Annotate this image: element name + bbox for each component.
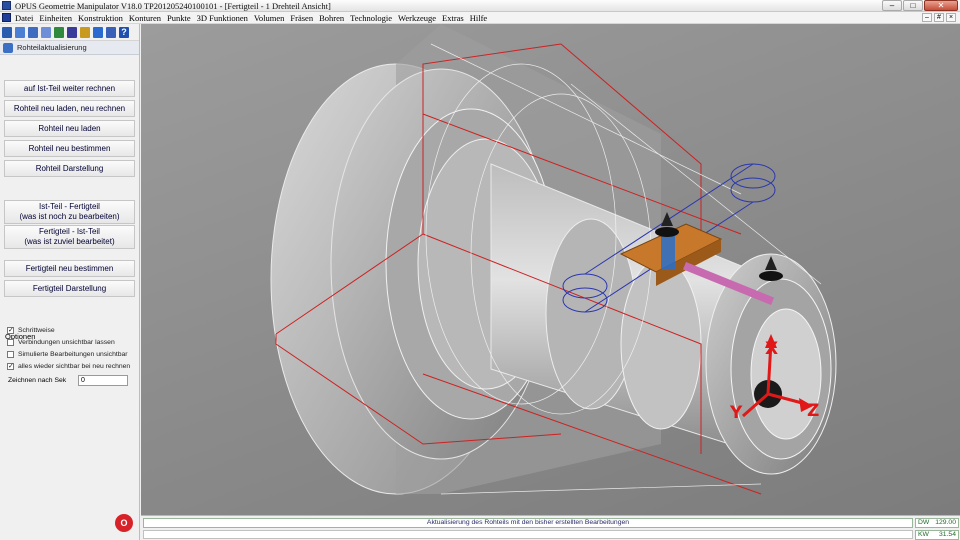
status-message: Aktualisierung des Rohteils mit den bish… xyxy=(143,518,913,528)
document-icon[interactable] xyxy=(41,26,51,38)
shaft-step xyxy=(620,258,702,430)
menu-datei[interactable]: Datei xyxy=(15,13,33,23)
menu-bohren[interactable]: Bohren xyxy=(319,13,344,23)
redefine-stock-button[interactable]: Rohteil neu bestimmen xyxy=(4,140,135,157)
menu-werkzeuge[interactable]: Werkzeuge xyxy=(398,13,436,23)
tree-icon[interactable] xyxy=(2,26,12,38)
dimension-icon[interactable] xyxy=(67,26,77,38)
mdi-minimize-button[interactable]: – xyxy=(922,13,932,22)
reload-recalc-button[interactable]: Rohteil neu laden, neu rechnen xyxy=(4,100,135,117)
menu-konstruktion[interactable]: Konstruktion xyxy=(78,13,123,23)
menu-fraesen[interactable]: Fräsen xyxy=(290,13,313,23)
app-icon[interactable] xyxy=(2,1,11,10)
toolbar: ? xyxy=(0,24,139,41)
menu-punkte[interactable]: Punkte xyxy=(167,13,191,23)
shaft-collar xyxy=(545,218,637,410)
option-hide-connections[interactable]: Verbindungen unsichtbar lassen xyxy=(7,339,115,346)
window-title: OPUS Geometrie Manipulator V18.0 TP20120… xyxy=(15,0,331,11)
dw-readout: DW 129.00 xyxy=(915,518,959,528)
option-stepwise-label: Schrittweise xyxy=(18,327,55,334)
option-show-all-label: alles wieder sichtbar bei neu rechnen xyxy=(18,363,131,370)
dw-value: 129.00 xyxy=(935,519,956,526)
actual-minus-finished-button[interactable]: Ist-Teil - Fertigteil (was ist noch zu b… xyxy=(4,200,135,224)
help-icon[interactable]: ? xyxy=(119,26,129,38)
finished-minus-actual-button[interactable]: Fertigteil - Ist-Teil (was ist zuviel be… xyxy=(4,225,135,249)
menu-3d-funktionen[interactable]: 3D Funktionen xyxy=(197,13,248,23)
finished-minus-actual-line2: (was ist zuviel bearbeitet) xyxy=(24,237,115,246)
menu-extras[interactable]: Extras xyxy=(442,13,464,23)
stock-update-icon xyxy=(3,42,13,53)
3d-viewport[interactable]: X Y Z xyxy=(141,24,960,515)
close-button[interactable]: ✕ xyxy=(924,0,958,11)
kw-readout: KW 31.54 xyxy=(915,530,959,540)
magic-wand-icon[interactable] xyxy=(93,26,103,38)
draw-delay-row: Zeichnen nach Sek xyxy=(8,375,128,386)
menu-technologie[interactable]: Technologie xyxy=(350,13,392,23)
option-hide-simulated-label: Simulierte Bearbeitungen unsichtbar xyxy=(18,351,128,358)
checkbox-hide-connections[interactable] xyxy=(7,339,14,346)
settings-icon[interactable] xyxy=(106,26,116,38)
option-hide-simulated[interactable]: Simulierte Bearbeitungen unsichtbar xyxy=(7,351,128,358)
part-icon[interactable] xyxy=(15,26,25,38)
axis-x-label: X xyxy=(765,339,778,359)
mdi-controls: – # × xyxy=(920,13,956,22)
status-message-secondary xyxy=(143,530,913,539)
checkbox-show-all[interactable]: ✓ xyxy=(7,363,14,370)
actual-minus-finished-line2: (was ist noch zu bearbeiten) xyxy=(19,212,120,221)
checkbox-hide-simulated[interactable] xyxy=(7,351,14,358)
kw-label: KW xyxy=(918,531,929,538)
finished-minus-actual-line1: Fertigteil - Ist-Teil xyxy=(39,227,100,236)
document-menu-icon[interactable] xyxy=(2,13,11,22)
menu-volumen[interactable]: Volumen xyxy=(254,13,285,23)
maximize-button[interactable]: □ xyxy=(903,0,923,11)
stock-display-button[interactable]: Rohteil Darstellung xyxy=(4,160,135,177)
window-controls: – □ ✕ xyxy=(881,0,958,11)
menu-konturen[interactable]: Konturen xyxy=(129,13,161,23)
kw-value: 31.54 xyxy=(938,531,956,538)
option-show-all[interactable]: ✓ alles wieder sichtbar bei neu rechnen xyxy=(7,363,130,370)
shape-icon[interactable] xyxy=(54,26,64,38)
continue-calc-button[interactable]: auf Ist-Teil weiter rechnen xyxy=(4,80,135,97)
status-bar: Aktualisierung des Rohteils mit den bish… xyxy=(141,515,960,540)
option-hide-connections-label: Verbindungen unsichtbar lassen xyxy=(18,339,115,346)
mdi-restore-button[interactable]: # xyxy=(934,13,944,22)
left-panel: ? Rohteilaktualisierung auf Ist-Teil wei… xyxy=(0,24,140,540)
reload-stock-button[interactable]: Rohteil neu laden xyxy=(4,120,135,137)
draw-delay-label: Zeichnen nach Sek xyxy=(8,377,67,384)
draw-delay-input[interactable] xyxy=(78,375,128,386)
menu-hilfe[interactable]: Hilfe xyxy=(470,13,487,23)
checkbox-stepwise[interactable]: ✓ xyxy=(7,327,14,334)
minimize-button[interactable]: – xyxy=(882,0,902,11)
mdi-close-button[interactable]: × xyxy=(946,13,956,22)
menu-einheiten[interactable]: Einheiten xyxy=(39,13,72,23)
grid-icon[interactable] xyxy=(28,26,38,38)
redefine-finished-button[interactable]: Fertigteil neu bestimmen xyxy=(4,260,135,277)
panel-header: Rohteilaktualisierung xyxy=(0,41,139,55)
title-bar: OPUS Geometrie Manipulator V18.0 TP20120… xyxy=(0,0,960,12)
tool-icon[interactable] xyxy=(80,26,90,38)
tool-spindle xyxy=(661,236,675,270)
actual-minus-finished-line1: Ist-Teil - Fertigteil xyxy=(39,202,100,211)
panel-title: Rohteilaktualisierung xyxy=(17,43,87,52)
menu-bar: Datei Einheiten Konstruktion Konturen Pu… xyxy=(0,12,960,24)
finished-display-button[interactable]: Fertigteil Darstellung xyxy=(4,280,135,297)
dw-label: DW xyxy=(918,519,930,526)
opus-logo: O xyxy=(115,514,133,532)
part-render[interactable]: X Y Z xyxy=(141,24,960,515)
axis-z-label: Z xyxy=(807,401,819,421)
option-stepwise[interactable]: ✓ Schrittweise xyxy=(7,327,55,334)
axis-y-label: Y xyxy=(729,403,743,423)
